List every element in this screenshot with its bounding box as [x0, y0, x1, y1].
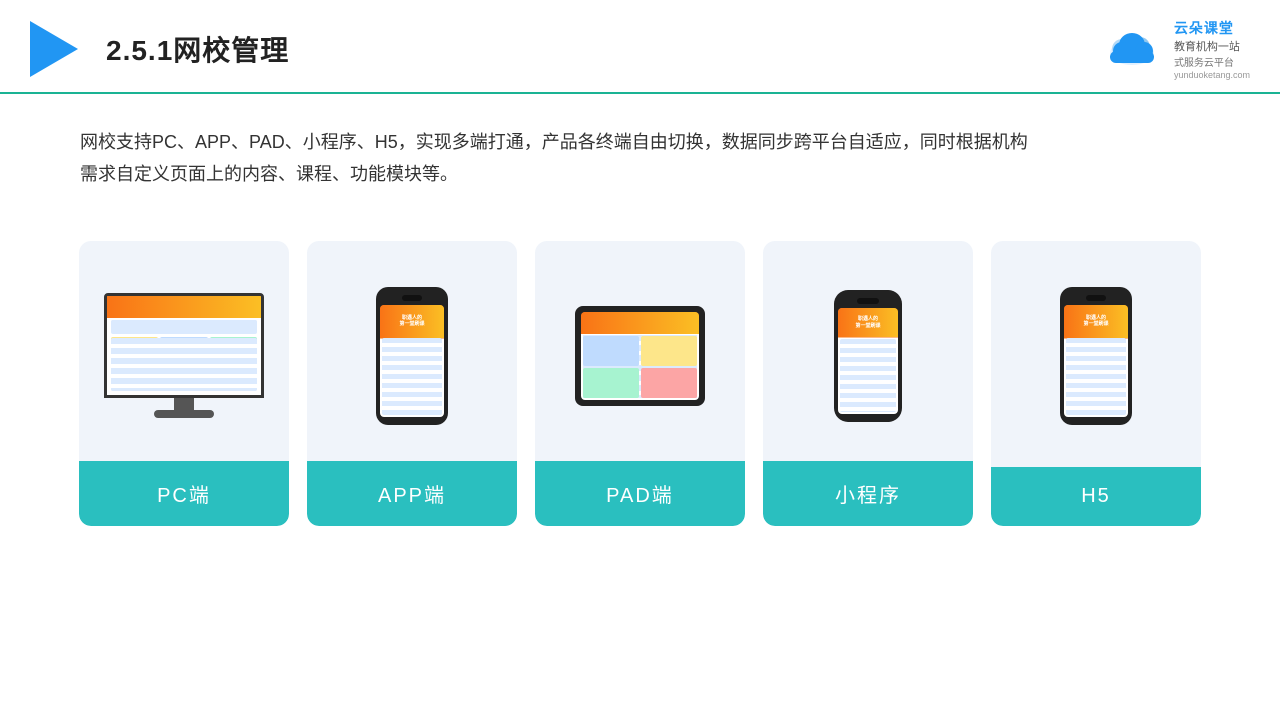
card-miniapp: 职遇人的第一堂刷课 小程序	[763, 241, 973, 526]
app-phone-notch	[402, 295, 422, 301]
pad-tablet-screen	[581, 312, 699, 400]
app-screen-content	[382, 338, 442, 414]
h5-phone-notch	[1086, 295, 1106, 301]
h5-phone-screen: 职遇人的第一堂刷课	[1064, 305, 1128, 417]
brand-sub1: 教育机构一站	[1174, 38, 1240, 54]
card-app-label: APP端	[307, 461, 517, 526]
header-left: 2.5.1网校管理	[30, 21, 289, 77]
card-h5: 职遇人的第一堂刷课 H5	[991, 241, 1201, 526]
app-phone-mockup: 职遇人的第一堂刷课	[376, 287, 448, 425]
header: 2.5.1网校管理 云朵课堂 教育机构一站 式服务云平台 yunduoketan…	[0, 0, 1280, 94]
card-pad-image	[535, 241, 745, 461]
card-h5-label: H5	[991, 467, 1201, 526]
page-title: 2.5.1网校管理	[106, 29, 289, 69]
miniapp-phone: 职遇人的第一堂刷课	[834, 290, 902, 422]
description-line2: 需求自定义页面上的内容、课程、功能模块等。	[80, 158, 1200, 190]
card-pad-label: PAD端	[535, 461, 745, 526]
logo-triangle-icon	[30, 21, 78, 77]
miniapp-content	[840, 339, 896, 412]
pc-neck	[174, 398, 194, 410]
header-right: 云朵课堂 教育机构一站 式服务云平台 yunduoketang.com	[1102, 18, 1250, 80]
card-app-image: 职遇人的第一堂刷课	[307, 241, 517, 461]
pad-tablet-mockup	[575, 306, 705, 406]
description: 网校支持PC、APP、PAD、小程序、H5，实现多端打通，产品各终端自由切换，数…	[0, 94, 1280, 201]
card-h5-image: 职遇人的第一堂刷课	[991, 241, 1201, 461]
card-miniapp-label: 小程序	[763, 461, 973, 526]
pc-base	[154, 410, 214, 418]
pc-screen-inner	[107, 296, 261, 395]
brand-info: 云朵课堂 教育机构一站 式服务云平台 yunduoketang.com	[1174, 18, 1250, 80]
miniapp-screen: 职遇人的第一堂刷课	[838, 308, 898, 414]
h5-screen-content	[1066, 338, 1126, 414]
card-pc-label: PC端	[79, 461, 289, 526]
card-pad: PAD端	[535, 241, 745, 526]
card-pc: PC端	[79, 241, 289, 526]
brand-url: yunduoketang.com	[1174, 70, 1250, 80]
app-phone-screen: 职遇人的第一堂刷课	[380, 305, 444, 417]
card-miniapp-image: 职遇人的第一堂刷课	[763, 241, 973, 461]
brand-sub2: 式服务云平台	[1174, 54, 1234, 69]
h5-phone-mockup: 职遇人的第一堂刷课	[1060, 287, 1132, 425]
pc-screen	[104, 293, 264, 398]
app-phone-body: 职遇人的第一堂刷课	[376, 287, 448, 425]
card-app: 职遇人的第一堂刷课 APP端	[307, 241, 517, 526]
h5-phone-body: 职遇人的第一堂刷课	[1060, 287, 1132, 425]
brand-name: 云朵课堂	[1174, 18, 1234, 38]
card-pc-image	[79, 241, 289, 461]
cloud-logo-icon	[1102, 31, 1162, 67]
miniapp-notch	[857, 298, 879, 304]
pad-tablet-body	[575, 306, 705, 406]
description-line1: 网校支持PC、APP、PAD、小程序、H5，实现多端打通，产品各终端自由切换，数…	[80, 126, 1200, 158]
pc-mockup	[104, 293, 264, 418]
cards-container: PC端 职遇人的第一堂刷课 APP端	[0, 211, 1280, 546]
